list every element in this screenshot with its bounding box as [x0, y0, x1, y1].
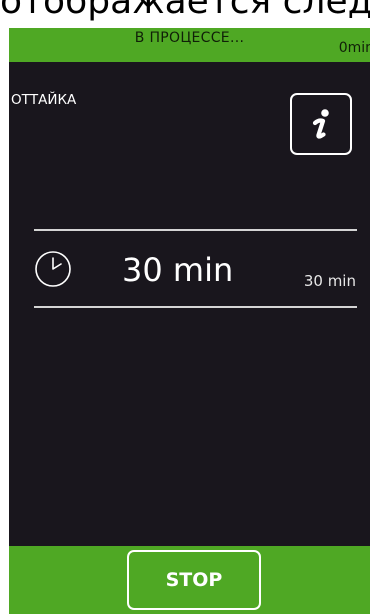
caption-strip: отображается следу [0, 0, 370, 28]
bottom-bar: STOP [9, 546, 370, 614]
timer-value: 30 min [122, 251, 234, 289]
info-icon [312, 109, 329, 139]
elapsed-time: 0min [338, 40, 370, 56]
program-name: ОТТАЙКА [11, 92, 77, 108]
status-bar: В ПРОЦЕССЕ... 0min [9, 28, 370, 62]
clock-icon [35, 251, 71, 287]
divider-top [34, 229, 357, 231]
divider-bottom [34, 306, 357, 308]
caption-text: отображается следу [0, 0, 370, 22]
status-title: В ПРОЦЕССЕ... [134, 30, 245, 46]
device-screen: В ПРОЦЕССЕ... 0min ОТТАЙКА 30 min 30 min… [9, 28, 370, 614]
info-button[interactable] [290, 93, 352, 155]
stop-button[interactable]: STOP [127, 550, 261, 610]
timer-target: 30 min [303, 272, 356, 290]
